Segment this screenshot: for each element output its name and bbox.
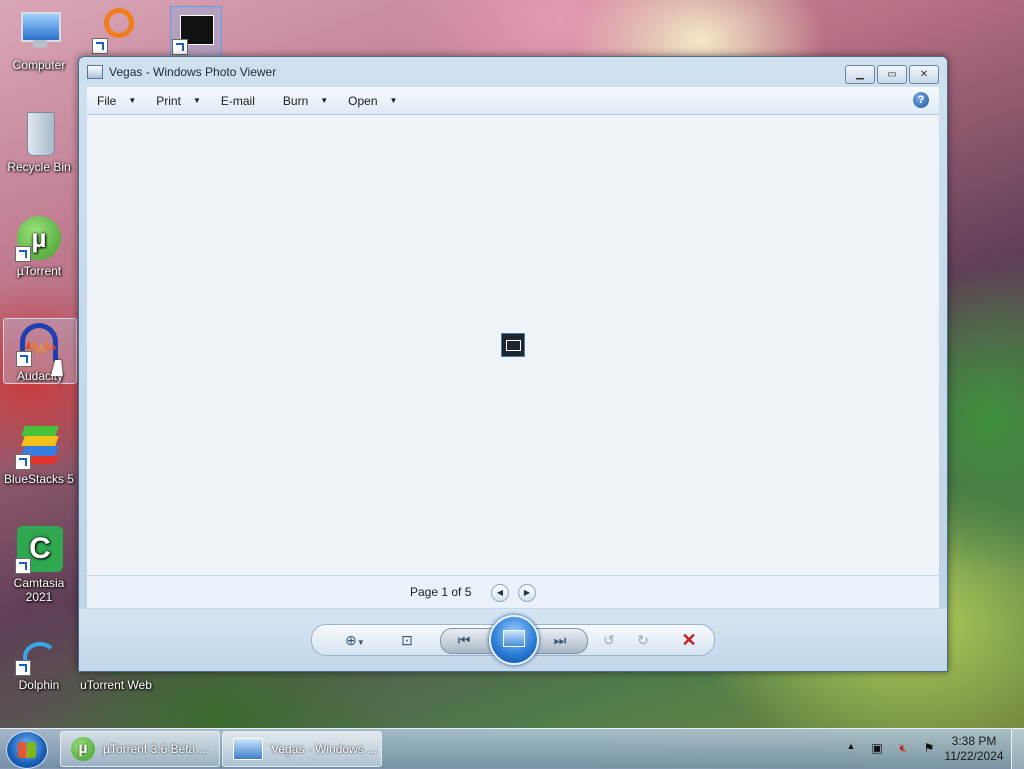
window-title: Vegas - Windows Photo Viewer	[109, 65, 277, 79]
film-icon	[172, 7, 220, 55]
desktop-icon-computer[interactable]: Computer	[3, 8, 75, 72]
actual-size-icon[interactable]: ⊡	[396, 631, 418, 649]
menu-email[interactable]: E-mail	[211, 94, 273, 108]
image-view-area[interactable]	[87, 115, 939, 575]
bluestacks-icon	[15, 422, 63, 470]
desktop-icon-label: BlueStacks 5	[3, 472, 75, 486]
menu-bar: File ▼ Print ▼ E-mail Burn ▼ Open ▼ ?	[87, 87, 939, 115]
photo-viewer-icon	[87, 65, 103, 79]
dolphin-icon	[15, 640, 63, 676]
photo-viewer-window[interactable]: Vegas - Windows Photo Viewer ▁ ▭ ✕ File ▼…	[78, 56, 948, 672]
page-indicator: Page 1 of 5	[410, 585, 472, 599]
computer-icon	[15, 8, 63, 56]
system-tray: ▲ ▣ 🔇︎ ⚑ 3:38 PM 11/22/2024	[838, 729, 1024, 769]
desktop-icon-camtasia[interactable]: C Camtasia 2021	[3, 526, 75, 604]
zoom-icon[interactable]: ⊕▼	[338, 631, 372, 649]
desktop-icon-label: uTorrent Web	[80, 678, 152, 692]
start-button[interactable]	[6, 731, 48, 769]
utorrent-icon: µ	[15, 214, 63, 262]
desktop-icon-label: Camtasia 2021	[13, 576, 65, 604]
control-bar: ⊕▼ ⊡ ⏮ ⏭ ↺ ↻ ✕	[79, 609, 947, 671]
menu-email-label: E-mail	[220, 93, 255, 108]
film-file-icon	[501, 333, 525, 357]
chevron-down-icon: ▼	[192, 96, 201, 105]
page-bar: Page 1 of 5 ◀ ▶	[87, 575, 939, 609]
desktop-icon-bluestacks[interactable]: BlueStacks 5	[3, 422, 75, 486]
desktop-icon-search-app[interactable]	[90, 6, 142, 56]
close-button[interactable]: ✕	[909, 65, 939, 84]
rotate-counterclockwise-icon[interactable]: ↺	[598, 631, 620, 649]
desktop-icon-label: Dolphin	[18, 678, 60, 692]
network-icon[interactable]: ▣	[869, 741, 885, 757]
title-bar[interactable]: Vegas - Windows Photo Viewer	[79, 57, 947, 87]
next-icon[interactable]: ⏭	[549, 631, 571, 649]
volume-muted-icon[interactable]: 🔇︎	[895, 741, 911, 757]
chevron-down-icon: ▼	[320, 96, 329, 105]
menu-burn[interactable]: Burn ▼	[273, 94, 338, 108]
menu-open-label: Open	[348, 93, 378, 108]
show-hidden-icons-icon[interactable]: ▲	[843, 741, 859, 757]
taskbar-item-label: Vegas - Windows ...	[271, 742, 378, 756]
menu-file-label: File	[97, 93, 117, 108]
camtasia-icon: C	[15, 526, 63, 574]
chevron-down-icon: ▼	[389, 96, 398, 105]
desktop-icon-label: Audacity	[16, 369, 64, 383]
desktop-icon-audacity[interactable]: Audacity	[3, 318, 77, 384]
window-controls: ▁ ▭ ✕	[845, 65, 939, 84]
desktop-icon-vegas-video[interactable]	[170, 6, 222, 58]
show-desktop-button[interactable]	[1011, 729, 1024, 769]
search-app-icon	[92, 6, 140, 54]
slideshow-button[interactable]	[489, 615, 539, 665]
next-page-button[interactable]: ▶	[518, 584, 536, 602]
taskbar: µ µTorrent 3.6 Beta ... Vegas - Windows …	[0, 728, 1024, 769]
delete-icon[interactable]: ✕	[678, 631, 700, 649]
menu-print[interactable]: Print ▼	[146, 94, 211, 108]
chevron-down-icon: ▼	[128, 96, 137, 105]
minimize-button[interactable]: ▁	[845, 65, 875, 84]
desktop-icon-label: µTorrent	[16, 264, 62, 278]
maximize-button[interactable]: ▭	[877, 65, 907, 84]
desktop-icon-dolphin[interactable]: Dolphin	[3, 640, 75, 692]
desktop-icon-utorrent[interactable]: µ µTorrent	[3, 214, 75, 278]
desktop-icon-recycle-bin[interactable]: Recycle Bin	[3, 110, 75, 174]
action-center-flag-icon[interactable]: ⚑	[921, 741, 937, 757]
clock[interactable]: 3:38 PM 11/22/2024	[942, 734, 1006, 764]
clock-date: 11/22/2024	[944, 749, 1004, 763]
previous-icon[interactable]: ⏮	[453, 631, 475, 649]
photo-viewer-icon	[233, 738, 263, 760]
menu-print-label: Print	[156, 93, 181, 108]
rotate-clockwise-icon[interactable]: ↻	[632, 631, 654, 649]
previous-page-button[interactable]: ◀	[491, 584, 509, 602]
menu-open[interactable]: Open ▼	[338, 94, 407, 108]
menu-file[interactable]: File ▼	[87, 94, 146, 108]
recycle-bin-icon	[15, 110, 63, 158]
taskbar-item-photo-viewer[interactable]: Vegas - Windows ...	[222, 731, 382, 767]
taskbar-item-label: µTorrent 3.6 Beta ...	[103, 742, 209, 756]
clock-time: 3:38 PM	[951, 734, 997, 748]
help-icon[interactable]: ?	[913, 92, 929, 108]
taskbar-item-utorrent[interactable]: µ µTorrent 3.6 Beta ...	[60, 731, 220, 767]
menu-burn-label: Burn	[282, 93, 309, 108]
desktop-icon-label: Computer	[12, 58, 66, 72]
desktop-icon-label: Recycle Bin	[7, 160, 71, 174]
utorrent-icon: µ	[71, 737, 95, 761]
